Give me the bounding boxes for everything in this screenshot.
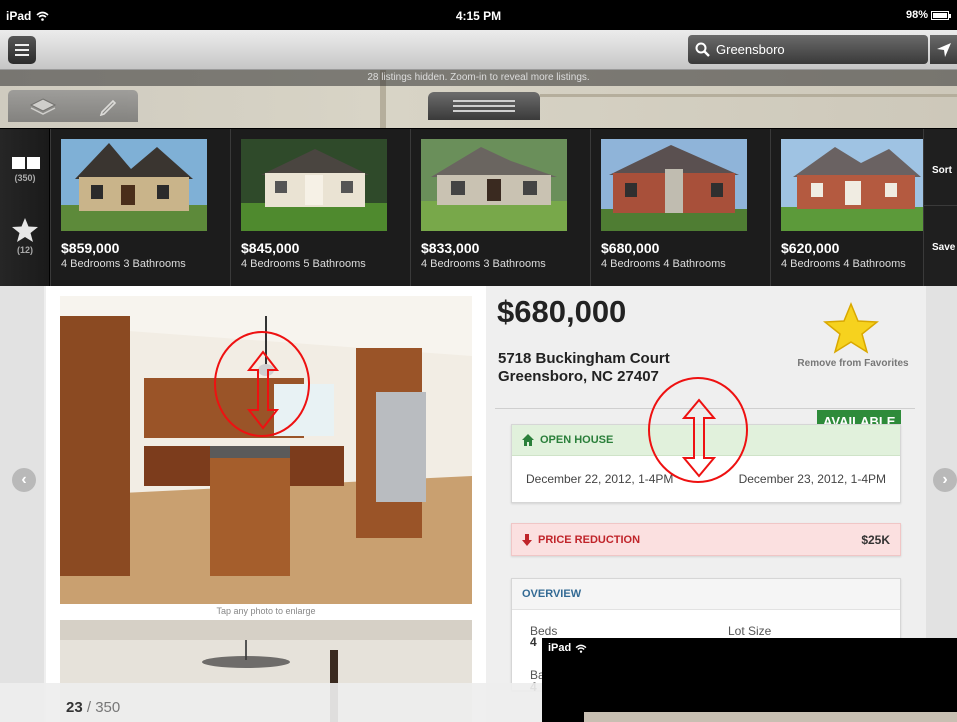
listing-thumbnail — [781, 139, 927, 231]
save-button[interactable]: Save — [924, 205, 957, 281]
address-city: Greensboro, NC 27407 — [498, 368, 659, 385]
menu-button[interactable] — [8, 36, 36, 64]
listing-card[interactable]: $845,000 4 Bedrooms 5 Bathrooms — [230, 129, 410, 287]
price-reduction-amount: $25K — [861, 532, 890, 547]
listing-price: $680,000 — [601, 240, 660, 256]
top-toolbar: Greensboro — [0, 30, 957, 70]
chevron-right-icon: › — [942, 471, 948, 488]
arrow-down-icon — [522, 533, 532, 546]
inset-photo — [584, 712, 957, 722]
all-listings-count: (350) — [14, 173, 36, 183]
lot-size-label: Lot Size — [728, 624, 772, 638]
favorites-star-icon[interactable] — [11, 217, 39, 243]
double-arrow-icon — [246, 350, 280, 430]
next-listing-button[interactable]: › — [933, 468, 957, 492]
address-street: 5718 Buckingham Court — [498, 350, 670, 367]
search-field[interactable]: Greensboro — [688, 35, 928, 64]
price-reduction-panel: PRICE REDUCTION $25K — [511, 523, 901, 556]
listing-price: $620,000 — [781, 240, 840, 256]
home-icon — [522, 434, 534, 446]
locate-button[interactable] — [930, 35, 957, 64]
inset-device-label: iPad — [548, 642, 572, 654]
chevron-left-icon: ‹ — [21, 471, 27, 488]
wifi-icon — [575, 644, 587, 653]
previous-listing-button[interactable]: ‹ — [12, 468, 36, 492]
inset-screenshot: iPad — [542, 638, 957, 722]
clock: 4:15 PM — [455, 9, 502, 23]
listing-thumbnail — [421, 139, 567, 231]
beds-value: 4 — [530, 635, 537, 649]
total-pages: 350 — [95, 699, 121, 716]
status-bar: iPad 4:15 PM 98% — [0, 0, 957, 30]
map-view[interactable]: 28 listings hidden. Zoom-in to reveal mo… — [0, 70, 957, 128]
listing-thumbnail — [61, 139, 207, 231]
remove-favorite-button[interactable]: Remove from Favorites — [783, 358, 923, 369]
listing-thumbnail — [241, 139, 387, 231]
hidden-listings-message: 28 listings hidden. Zoom-in to reveal mo… — [0, 70, 957, 86]
listing-beds-baths: 4 Bedrooms 3 Bathrooms — [421, 258, 546, 270]
battery-icon — [931, 10, 951, 20]
current-page: 23 — [66, 699, 83, 716]
listing-card[interactable]: $833,000 4 Bedrooms 3 Bathrooms — [410, 129, 590, 287]
listing-card[interactable]: $680,000 4 Bedrooms 4 Bathrooms — [590, 129, 770, 287]
drawer-handle[interactable] — [428, 92, 540, 120]
sort-button[interactable]: Sort — [924, 129, 957, 205]
listings-carousel: (350) (12) $859,000 4 Bedrooms 3 Bathroo… — [0, 128, 957, 287]
page-counter: 23 / 350 — [66, 699, 121, 716]
price-reduction-title: PRICE REDUCTION — [538, 533, 641, 546]
search-input-value: Greensboro — [716, 42, 785, 57]
listing-beds-baths: 4 Bedrooms 4 Bathrooms — [781, 258, 906, 270]
listing-price: $845,000 — [241, 240, 300, 256]
open-house-date: December 23, 2012, 1-4PM — [738, 472, 886, 486]
double-arrow-icon — [681, 398, 717, 478]
favorite-star-icon[interactable] — [823, 302, 879, 354]
battery-percent: 98% — [905, 9, 928, 21]
search-icon — [688, 42, 716, 57]
listing-price: $859,000 — [61, 240, 120, 256]
all-listings-icon[interactable] — [12, 157, 40, 169]
listing-beds-baths: 4 Bedrooms 3 Bathrooms — [61, 258, 186, 270]
open-house-date: December 22, 2012, 1-4PM — [526, 472, 674, 486]
layers-icon[interactable] — [29, 97, 57, 115]
overview-title: OVERVIEW — [512, 579, 900, 610]
photo-caption: Tap any photo to enlarge — [216, 606, 316, 616]
listing-price-heading: $680,000 — [497, 294, 627, 329]
listing-address: 5718 Buckingham Court Greensboro, NC 274… — [498, 350, 670, 386]
pencil-icon[interactable] — [98, 96, 118, 116]
map-road — [540, 94, 957, 97]
carousel-filters: (350) (12) — [0, 129, 50, 287]
listing-beds-baths: 4 Bedrooms 5 Bathrooms — [241, 258, 366, 270]
listing-beds-baths: 4 Bedrooms 4 Bathrooms — [601, 258, 726, 270]
open-house-title: OPEN HOUSE — [540, 434, 614, 446]
listing-thumbnail — [601, 139, 747, 231]
menu-icon — [15, 44, 29, 46]
location-arrow-icon — [936, 42, 951, 57]
map-mode-tabs[interactable] — [8, 90, 138, 122]
listing-card[interactable]: $859,000 4 Bedrooms 3 Bathrooms — [50, 129, 230, 287]
carousel-actions: Sort Save — [923, 129, 957, 287]
listing-price: $833,000 — [421, 240, 480, 256]
favorites-count: (12) — [16, 245, 33, 255]
